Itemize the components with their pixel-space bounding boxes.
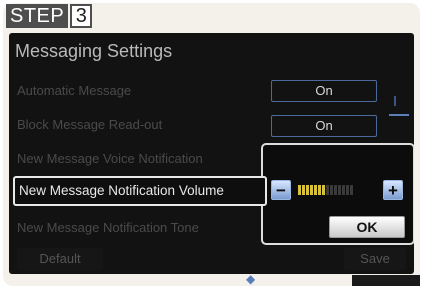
settings-row-label[interactable]: Automatic Message bbox=[17, 83, 131, 98]
scroll-bar[interactable] bbox=[389, 114, 409, 116]
settings-row-label[interactable]: Block Message Read-out bbox=[17, 117, 162, 132]
volume-meter-segment bbox=[350, 185, 353, 195]
volume-meter-segment bbox=[338, 185, 341, 195]
volume-decrease-button[interactable]: − bbox=[271, 180, 291, 200]
image-credit bbox=[352, 275, 420, 286]
volume-row-label: New Message Notification Volume bbox=[19, 183, 224, 198]
save-button[interactable]: Save bbox=[344, 248, 406, 270]
volume-meter-segment bbox=[310, 185, 313, 195]
volume-meter-segment bbox=[306, 185, 309, 195]
step-badge: STEP 3 bbox=[6, 4, 93, 28]
infotainment-screen: Messaging Settings Automatic Message On … bbox=[9, 33, 414, 274]
automatic-message-toggle[interactable]: On bbox=[271, 80, 377, 102]
volume-meter bbox=[298, 184, 380, 196]
volume-meter-segment bbox=[314, 185, 317, 195]
step-number: 3 bbox=[70, 4, 93, 28]
volume-meter-segment bbox=[302, 185, 305, 195]
volume-meter-segment bbox=[322, 185, 325, 195]
screen-title: Messaging Settings bbox=[15, 41, 173, 61]
volume-increase-button[interactable]: + bbox=[383, 180, 403, 200]
volume-row[interactable]: New Message Notification Volume bbox=[13, 176, 267, 206]
scroll-indicator bbox=[394, 96, 396, 106]
volume-meter-segment bbox=[318, 185, 321, 195]
settings-row-label[interactable]: New Message Notification Tone bbox=[17, 220, 199, 235]
volume-meter-segment bbox=[346, 185, 349, 195]
volume-meter-segment bbox=[342, 185, 345, 195]
volume-meter-segment bbox=[330, 185, 333, 195]
default-button[interactable]: Default bbox=[17, 248, 103, 270]
minus-icon: − bbox=[276, 180, 286, 200]
plus-icon: + bbox=[388, 180, 398, 200]
settings-row-label[interactable]: New Message Voice Notification bbox=[17, 151, 203, 166]
watermark-icon: ◆ bbox=[246, 272, 256, 286]
volume-meter-segment bbox=[326, 185, 329, 195]
volume-meter-segment bbox=[298, 185, 301, 195]
volume-meter-segment bbox=[334, 185, 337, 195]
step-label: STEP bbox=[6, 4, 69, 28]
ok-button[interactable]: OK bbox=[329, 216, 405, 238]
block-readout-toggle[interactable]: On bbox=[271, 115, 377, 137]
